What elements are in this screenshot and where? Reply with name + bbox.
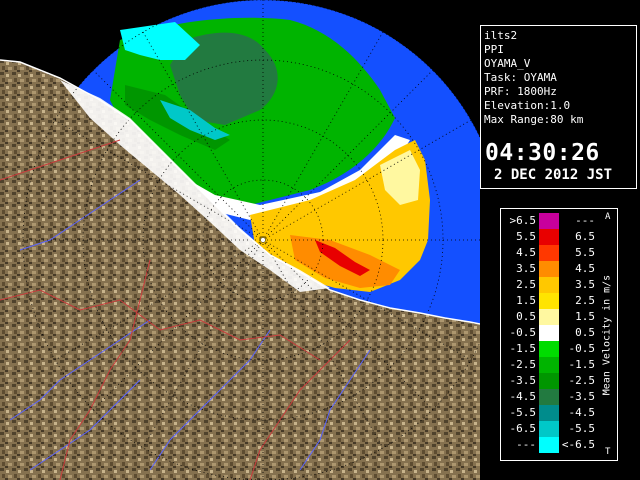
legend-color-swatch xyxy=(539,357,559,373)
legend-color-swatch xyxy=(539,437,559,453)
legend-lower-bound: 3.5 xyxy=(516,262,536,275)
legend-color-swatch xyxy=(539,277,559,293)
legend-lower-bound: --- xyxy=(516,438,536,451)
legend-lower-bound: >6.5 xyxy=(509,214,537,227)
legend-upper-bound: 2.5 xyxy=(575,294,595,307)
legend-upper-bound: -2.5 xyxy=(568,374,596,387)
legend-upper-bound: -5.5 xyxy=(568,422,596,435)
legend-color-swatch xyxy=(539,293,559,309)
radar-ppi-view[interactable] xyxy=(0,0,480,480)
legend-upper-bound: 3.5 xyxy=(575,278,595,291)
legend-lower-bound: 4.5 xyxy=(516,246,536,259)
legend-lower-bound: 2.5 xyxy=(516,278,536,291)
scan-type: PPI xyxy=(484,43,504,56)
legend-upper-bound: --- xyxy=(575,214,595,227)
velocity-legend: >6.5 --- 5.5 6.5 4.5 5.5 3.5 4.5 2.5 3.5 1.5 2.5 0.5… xyxy=(500,208,618,461)
legend-lower-bound: -5.5 xyxy=(509,406,537,419)
site-name: OYAMA_V xyxy=(484,57,531,70)
legend-upper-bound: -1.5 xyxy=(568,358,596,371)
legend-upper-bound: 4.5 xyxy=(575,262,595,275)
legend-lower-bound: 5.5 xyxy=(516,230,536,243)
legend-lower-bound: -4.5 xyxy=(509,390,537,403)
legend-lower-bound: -6.5 xyxy=(509,422,537,435)
radar-site-marker xyxy=(260,237,266,243)
legend-upper-bound: -0.5 xyxy=(568,342,596,355)
info-panel: ilts2 PPI OYAMA_V Task: OYAMA PRF: 1800H… xyxy=(480,25,637,189)
legend-lower-bound: -2.5 xyxy=(509,358,537,371)
legend-color-swatch xyxy=(539,261,559,277)
legend-color-swatch xyxy=(539,325,559,341)
prf-value: PRF: 1800Hz xyxy=(484,85,557,98)
legend-unit-label: Mean Velocity in m/s xyxy=(599,219,615,451)
radar-screen: ilts2 PPI OYAMA_V Task: OYAMA PRF: 1800H… xyxy=(0,0,640,480)
legend-color-swatch xyxy=(539,229,559,245)
legend-unit-text: Mean Velocity in m/s xyxy=(601,274,613,396)
task-name: Task: OYAMA xyxy=(484,71,557,84)
legend-color-swatch xyxy=(539,309,559,325)
observation-date: 2 DEC 2012 JST xyxy=(494,167,613,183)
legend-upper-bound: 5.5 xyxy=(575,246,595,259)
legend-lower-bound: 1.5 xyxy=(516,294,536,307)
elevation-value: Elevation:1.0 xyxy=(484,99,571,112)
legend-color-swatch xyxy=(539,421,559,437)
legend-color-swatch xyxy=(539,245,559,261)
legend-lower-bound: -3.5 xyxy=(509,374,537,387)
max-range-value: Max Range:80 km xyxy=(484,113,584,126)
legend-upper-bound: -4.5 xyxy=(568,406,596,419)
legend-lower-bound: -0.5 xyxy=(509,326,537,339)
radar-map xyxy=(0,0,480,480)
legend-upper-bound: 6.5 xyxy=(575,230,595,243)
product-name: ilts2 xyxy=(484,29,518,42)
legend-color-swatch xyxy=(539,389,559,405)
legend-color-swatch xyxy=(539,405,559,421)
legend-color-swatch xyxy=(539,213,559,229)
legend-flag-bottom: T xyxy=(605,447,611,457)
legend-upper-bound: <-6.5 xyxy=(561,438,595,451)
legend-upper-bound: -3.5 xyxy=(568,390,596,403)
legend-lower-bound: 0.5 xyxy=(516,310,536,323)
legend-upper-bound: 1.5 xyxy=(575,310,595,323)
legend-lower-bound: -1.5 xyxy=(509,342,537,355)
observation-time: 04:30:26 xyxy=(485,140,600,166)
legend-color-swatch xyxy=(539,373,559,389)
legend-color-swatch xyxy=(539,341,559,357)
legend-upper-bound: 0.5 xyxy=(575,326,595,339)
